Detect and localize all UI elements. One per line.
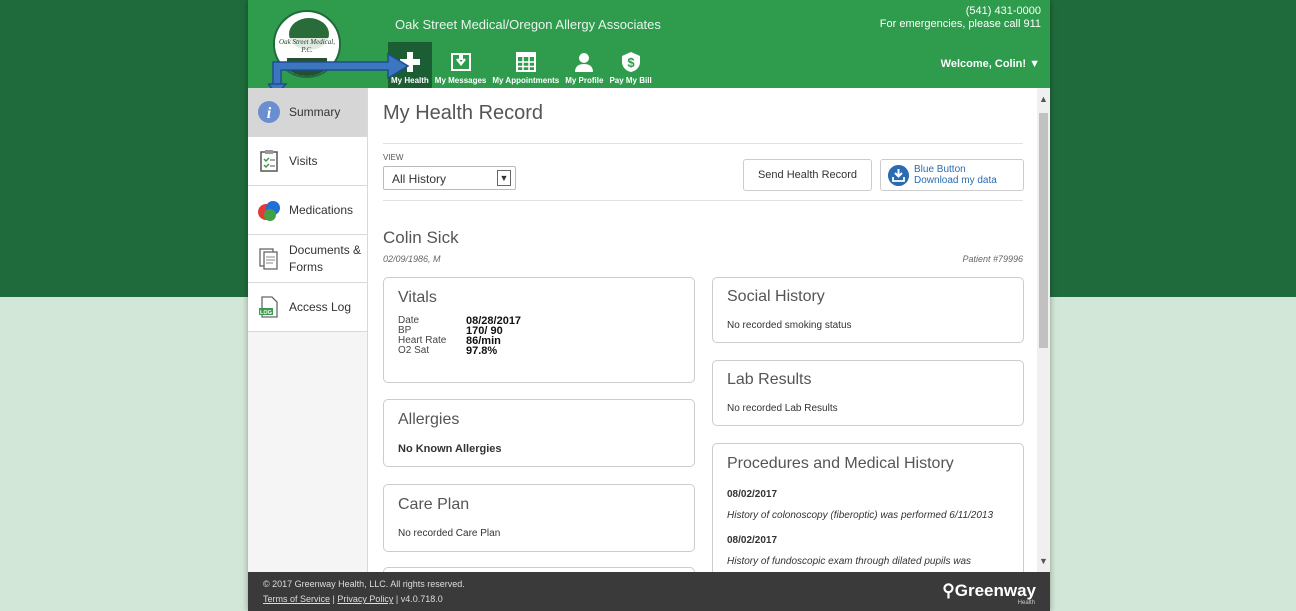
sidebar-item-label: Documents & Forms: [289, 242, 362, 274]
info-icon: i: [258, 101, 280, 123]
procedure-date: 08/02/2017: [727, 489, 778, 500]
blue-button-subtitle: Download my data: [914, 175, 997, 186]
vertical-scrollbar[interactable]: ▲ ▼: [1037, 88, 1050, 572]
footer: © 2017 Greenway Health, LLC. All rights …: [248, 572, 1050, 611]
divider: [383, 200, 1023, 201]
divider: [383, 143, 1023, 144]
svg-text:i: i: [267, 105, 272, 122]
procedure-date: 08/02/2017: [727, 535, 778, 546]
blue-button-download[interactable]: Blue Button Download my data: [880, 159, 1024, 191]
nav-my-profile[interactable]: My Profile: [562, 42, 606, 88]
patient-number: Patient #79996: [962, 254, 1023, 264]
card-title: Procedures and Medical History: [727, 455, 954, 472]
blue-button-title: Blue Button: [914, 164, 966, 175]
send-health-record-button[interactable]: Send Health Record: [743, 159, 872, 191]
vital-label: O2 Sat: [398, 345, 430, 356]
phone-number: (541) 431-0000: [965, 5, 1041, 17]
emergency-note: For emergencies, please call 911: [879, 18, 1041, 30]
sidebar-item-label: Summary: [289, 105, 341, 119]
vitals-table: Date 08/28/2017 BP 170/ 90 Heart Rate 86…: [398, 316, 521, 357]
clinic-name: Oak Street Medical/Oregon Allergy Associ…: [395, 17, 661, 32]
inbox-icon: [450, 53, 471, 71]
greenway-logo: ⚲Greenway: [942, 581, 1036, 600]
greenway-mark-icon: ⚲: [942, 581, 955, 600]
sidebar-item-medications[interactable]: Medications: [248, 186, 367, 235]
view-select[interactable]: All History ▼: [383, 166, 516, 190]
view-select-value: All History: [392, 172, 447, 186]
documents-icon: [259, 247, 278, 270]
nav-my-messages[interactable]: My Messages: [432, 42, 490, 88]
nav-label: Pay My Bill: [609, 76, 652, 85]
pills-icon: [258, 201, 280, 221]
chevron-down-icon: ▼: [1029, 58, 1040, 70]
terms-link[interactable]: Terms of Service: [263, 594, 330, 604]
dollar-icon: $: [621, 52, 640, 72]
sidebar-item-label: Access Log: [289, 300, 352, 314]
main-content: My Health Record VIEW All History ▼ Send…: [369, 88, 1037, 572]
scrollbar-thumb[interactable]: [1039, 113, 1048, 348]
card-title: Lab Results: [727, 371, 812, 388]
sidebar-item-label: Medications: [289, 203, 354, 217]
care-plan-card[interactable]: Care Plan No recorded Care Plan: [383, 484, 695, 552]
tutorial-arrow-icon: [268, 52, 410, 94]
procedure-text: History of colonoscopy (fiberoptic) was …: [727, 510, 994, 521]
clipboard-icon: [260, 150, 278, 172]
lab-results-text: No recorded Lab Results: [727, 403, 838, 414]
person-icon: [575, 53, 594, 72]
user-menu[interactable]: Welcome, Colin! ▼: [941, 58, 1040, 70]
contact-info: (541) 431-0000 For emergencies, please c…: [880, 5, 1041, 31]
social-history-text: No recorded smoking status: [727, 320, 852, 331]
chevron-down-icon: ▼: [497, 170, 511, 186]
sidebar-item-access-log[interactable]: LOG Access Log: [248, 283, 367, 332]
svg-text:LOG: LOG: [260, 310, 272, 316]
view-label: VIEW: [383, 153, 404, 162]
card-title: Care Plan: [398, 496, 470, 513]
card-title: Social History: [727, 288, 825, 305]
card-title: Allergies: [398, 411, 460, 428]
vital-value: 97.8%: [466, 345, 498, 357]
nav-label: My Profile: [565, 76, 604, 85]
calendar-grid-icon: [515, 52, 536, 72]
footer-links: Terms of Service | Privacy Policy | v4.0…: [263, 594, 443, 604]
privacy-link[interactable]: Privacy Policy: [337, 594, 393, 604]
lab-results-card[interactable]: Lab Results No recorded Lab Results: [712, 360, 1024, 426]
care-plan-text: No recorded Care Plan: [398, 528, 501, 539]
vitals-card[interactable]: Vitals Date 08/28/2017 BP 170/ 90 Heart …: [383, 277, 695, 383]
sidebar-item-summary[interactable]: i Summary: [248, 88, 367, 137]
copyright: © 2017 Greenway Health, LLC. All rights …: [263, 579, 465, 589]
allergies-text: No Known Allergies: [398, 443, 502, 455]
scroll-down-icon[interactable]: ▼: [1039, 556, 1048, 566]
patient-dob: 02/09/1986, M: [383, 254, 441, 264]
nav-pay-my-bill[interactable]: $ Pay My Bill: [606, 42, 654, 88]
sidebar: i Summary Visits Medications Documents &…: [248, 88, 368, 572]
nav-label: My Appointments: [492, 76, 560, 85]
svg-text:$: $: [627, 55, 635, 70]
sidebar-item-visits[interactable]: Visits: [248, 137, 367, 186]
download-icon: [888, 165, 909, 186]
main-nav: My Health My Messages My Appointments My…: [388, 42, 655, 88]
scroll-up-icon[interactable]: ▲: [1039, 94, 1048, 104]
nav-my-appointments[interactable]: My Appointments: [489, 42, 562, 88]
nav-label: My Messages: [434, 76, 487, 85]
allergies-card[interactable]: Allergies No Known Allergies: [383, 399, 695, 467]
welcome-text: Welcome, Colin!: [940, 58, 1027, 70]
portal-window: Oak Street Medical, P.C. Oak Street Medi…: [248, 0, 1050, 611]
version: v4.0.718.0: [400, 594, 443, 604]
patient-name: Colin Sick: [383, 228, 459, 247]
greenway-sub: Health: [1017, 600, 1035, 606]
sidebar-item-label: Visits: [289, 154, 318, 168]
sidebar-item-documents[interactable]: Documents & Forms: [248, 235, 367, 283]
card-title: Vitals: [398, 289, 437, 306]
social-history-card[interactable]: Social History No recorded smoking statu…: [712, 277, 1024, 343]
log-file-icon: LOG: [259, 296, 278, 318]
page-title: My Health Record: [383, 102, 544, 124]
procedures-card[interactable]: Procedures and Medical History 08/02/201…: [712, 443, 1024, 572]
procedure-text: History of fundoscopic exam through dila…: [727, 556, 972, 567]
